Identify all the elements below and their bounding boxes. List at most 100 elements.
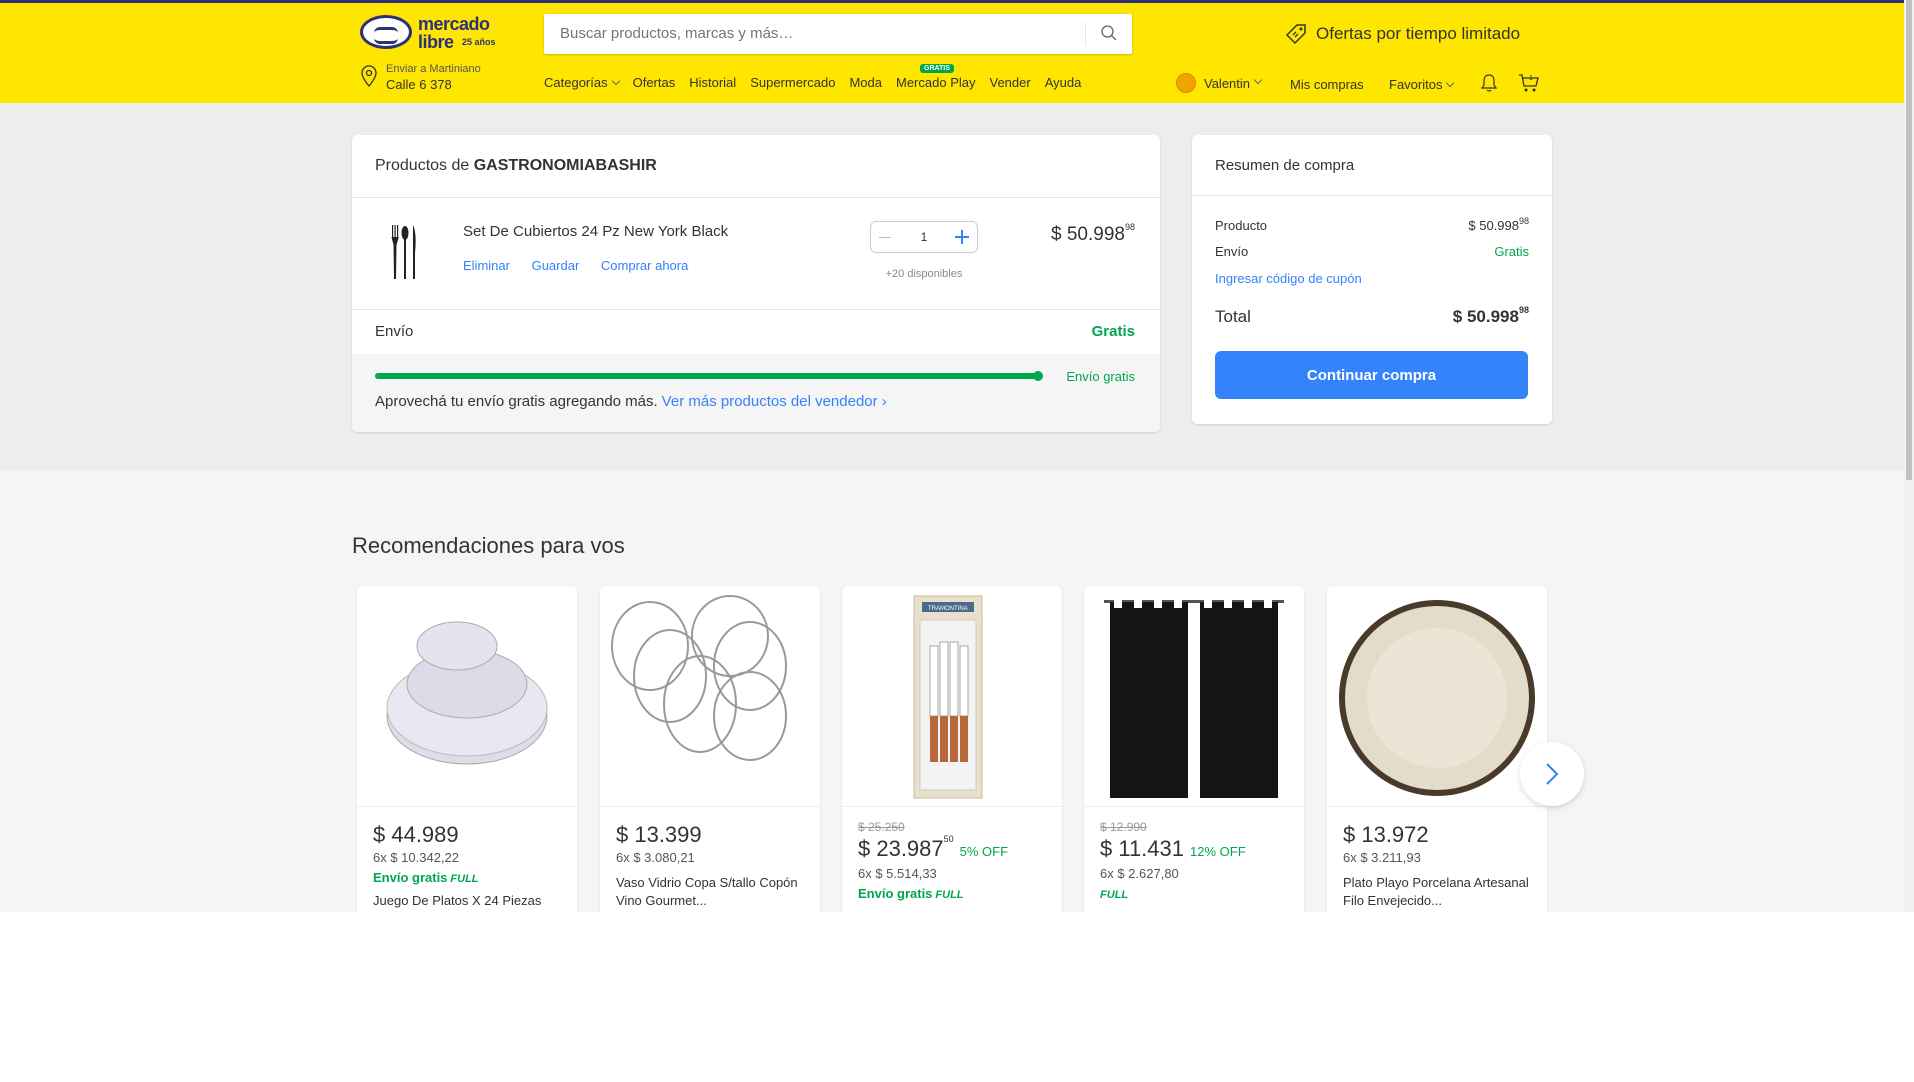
- discount: 12% OFF: [1190, 844, 1246, 859]
- chevron-down-icon: [611, 76, 620, 86]
- carousel-next-button[interactable]: [1520, 742, 1584, 806]
- top-header: mercado libre 25 años Ofertas por tiempo…: [0, 0, 1904, 103]
- shipping-value: Gratis: [1091, 323, 1135, 340]
- location-address: Calle 6 378: [386, 77, 452, 92]
- buy-now-link[interactable]: Comprar ahora: [601, 258, 688, 273]
- plate-image: [1339, 600, 1535, 796]
- free-shipping-panel: Envío gratis Aprovechá tu envío gratis a…: [352, 354, 1160, 432]
- save-link[interactable]: Guardar: [532, 258, 580, 273]
- recommendations-section: Recomendaciones para vos $ 44.989 6x $ 1…: [0, 470, 1904, 912]
- search-divider: [1085, 22, 1086, 46]
- handshake-icon: [360, 15, 412, 49]
- product-price: $ 11.431 12% OFF: [1100, 836, 1246, 861]
- nav-vender[interactable]: Vender: [989, 75, 1030, 90]
- item-actions: Eliminar Guardar Comprar ahora: [463, 258, 706, 273]
- coupon-link[interactable]: Ingresar código de cupón: [1215, 271, 1362, 286]
- cart-icon[interactable]: 1: [1518, 72, 1540, 94]
- promo-text: Ofertas por tiempo limitado: [1316, 24, 1521, 43]
- nav-ofertas[interactable]: Ofertas: [633, 75, 676, 90]
- summary-total-row: Total $ 50.99898: [1215, 305, 1529, 326]
- recommendation-card[interactable]: $ 13.399 6x $ 3.080,21 Vaso Vidrio Copa …: [600, 586, 820, 912]
- summary-total-value: $ 50.99898: [1452, 305, 1529, 326]
- product-price: $ 13.972: [1343, 822, 1429, 847]
- chevron-down-icon: [1253, 75, 1263, 85]
- recommendation-card[interactable]: TRAMONTINA $ 25.250 $ 23.987505% OFF 6x …: [842, 586, 1062, 912]
- old-price: $ 12.990: [1100, 820, 1147, 834]
- cart-title: Productos de GASTRONOMIABASHIR: [375, 157, 657, 174]
- location-label: Enviar a Martiniano: [386, 63, 481, 75]
- bell-icon[interactable]: [1480, 73, 1498, 93]
- nav-historial[interactable]: Historial: [689, 75, 736, 90]
- my-purchases-link[interactable]: Mis compras: [1290, 77, 1364, 92]
- recommendation-card[interactable]: $ 13.972 6x $ 3.211,93 Plato Playo Porce…: [1327, 586, 1547, 912]
- summary-shipping-row: Envío Gratis: [1215, 244, 1529, 259]
- search-input[interactable]: [558, 24, 1082, 43]
- svg-text:1: 1: [1529, 75, 1533, 82]
- cutlery-image[interactable]: [386, 223, 422, 283]
- product-name: Juego De Platos X 24 Piezas: [373, 893, 542, 908]
- purchase-summary: Resumen de compra Producto $ 50.99898 En…: [1192, 135, 1552, 424]
- glasses-image: [611, 595, 787, 761]
- nav-ayuda[interactable]: Ayuda: [1045, 75, 1082, 90]
- free-shipping-progress: [375, 371, 1043, 381]
- recommendation-card[interactable]: $ 12.990 $ 11.431 12% OFF 6x $ 2.627,80 F…: [1084, 586, 1304, 912]
- product-price: $ 13.399: [616, 822, 702, 847]
- nav-moda[interactable]: Moda: [849, 75, 882, 90]
- plates-image: [386, 621, 548, 765]
- progress-fill: [375, 371, 1043, 381]
- full-badge: FULL: [1100, 889, 1129, 901]
- installments: 6x $ 5.514,33: [858, 866, 937, 881]
- installments: 6x $ 2.627,80: [1100, 866, 1179, 881]
- avatar: [1176, 73, 1196, 93]
- product-price: $ 23.987505% OFF: [858, 834, 1009, 861]
- favorites-menu[interactable]: Favoritos: [1389, 77, 1455, 92]
- continue-purchase-button[interactable]: Continuar compra: [1215, 351, 1528, 399]
- search-box: [544, 14, 1132, 54]
- divider: [352, 197, 1160, 198]
- delete-link[interactable]: Eliminar: [463, 258, 510, 273]
- free-badge: GRATIS: [920, 64, 954, 73]
- scrollbar-thumb[interactable]: [1906, 0, 1912, 480]
- cart-card: Productos de GASTRONOMIABASHIR Set De Cu…: [352, 135, 1160, 432]
- recommendations-title: Recomendaciones para vos: [352, 533, 625, 558]
- nav-mercado-play[interactable]: GRATIS Mercado Play: [896, 64, 975, 90]
- user-menu[interactable]: Valentin: [1176, 73, 1263, 93]
- installments: 6x $ 3.080,21: [616, 850, 695, 865]
- quantity-stepper: 1: [870, 221, 978, 253]
- chevron-down-icon: [1446, 78, 1455, 88]
- product-name: Vaso Vidrio Copa S/tallo Copón Vino Gour…: [616, 875, 798, 908]
- main-nav: Categorías Ofertas Historial Supermercad…: [544, 64, 1095, 90]
- summary-product-value: $ 50.99898: [1468, 216, 1529, 233]
- shipping-label: Envío: [375, 323, 414, 340]
- recommendation-card[interactable]: $ 44.989 6x $ 10.342,22 Envío gratis FULL…: [357, 586, 577, 912]
- summary-title: Resumen de compra: [1215, 157, 1355, 174]
- product-name[interactable]: Set De Cubiertos 24 Pz New York Black: [463, 223, 728, 240]
- divider: [1192, 195, 1552, 196]
- curtains-image: [1104, 598, 1284, 798]
- plus-icon[interactable]: [955, 230, 969, 244]
- logo-text-1: mercado: [418, 14, 490, 34]
- installments: 6x $ 3.211,93: [1343, 850, 1421, 865]
- page-scrollbar[interactable]: [1904, 0, 1914, 912]
- free-shipping: Envío gratis FULL: [373, 870, 479, 885]
- product-price: $ 44.989: [373, 822, 459, 847]
- search-icon[interactable]: [1100, 24, 1118, 42]
- limited-offers-link[interactable]: Ofertas por tiempo limitado: [1284, 20, 1520, 48]
- free-shipping: Envío gratis FULL: [858, 886, 964, 901]
- logo-text-2: libre: [418, 32, 454, 52]
- availability: +20 disponibles: [885, 268, 963, 280]
- full-badge: FULL: [450, 873, 479, 885]
- discount: 5% OFF: [959, 844, 1009, 859]
- free-shipping-label: Envío gratis: [1066, 369, 1135, 384]
- old-price: $ 25.250: [858, 820, 905, 834]
- nav-supermercado[interactable]: Supermercado: [750, 75, 835, 90]
- summary-product-row: Producto $ 50.99898: [1215, 216, 1529, 233]
- more-seller-products-link[interactable]: Ver más productos del vendedor ›: [662, 393, 887, 410]
- divider: [352, 309, 1160, 310]
- nav-categorias[interactable]: Categorías: [544, 75, 620, 90]
- chevron-right-icon: [1546, 763, 1559, 785]
- brand-label: TRAMONTINA: [928, 606, 968, 612]
- mercadolibre-logo[interactable]: mercado libre 25 años: [360, 13, 500, 52]
- logo-badge: 25 años: [462, 37, 496, 47]
- knives-image: TRAMONTINA: [913, 595, 983, 799]
